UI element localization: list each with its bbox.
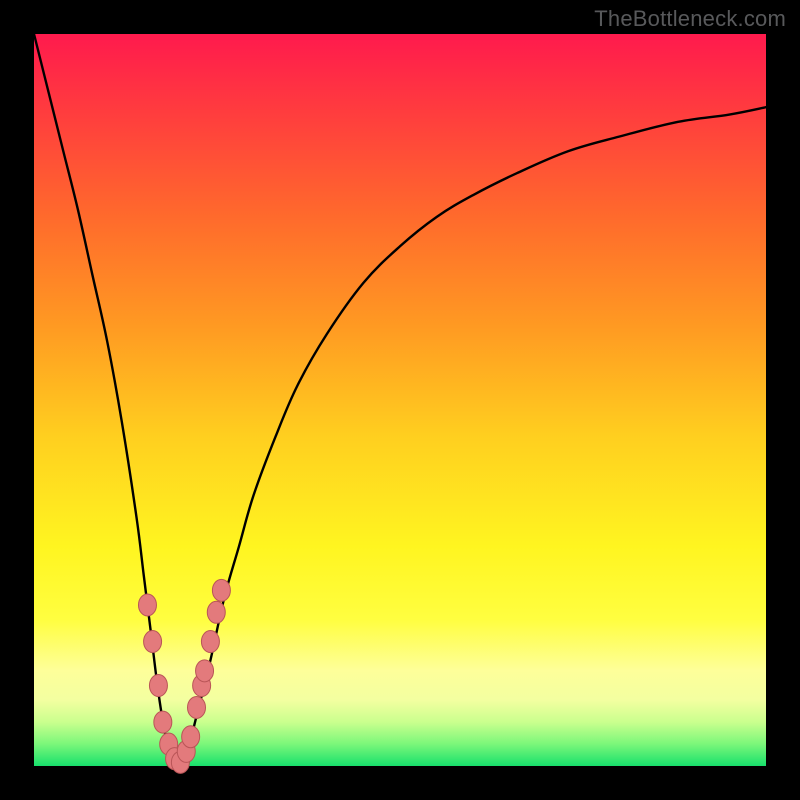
curve-marker xyxy=(149,674,167,696)
curve-marker xyxy=(182,726,200,748)
curve-marker xyxy=(188,696,206,718)
curve-marker xyxy=(201,631,219,653)
curve-markers xyxy=(138,579,230,773)
chart-svg xyxy=(34,34,766,766)
bottleneck-curve xyxy=(34,34,766,766)
curve-marker xyxy=(207,601,225,623)
plot-area xyxy=(34,34,766,766)
frame: TheBottleneck.com xyxy=(0,0,800,800)
curve-marker xyxy=(138,594,156,616)
curve-marker xyxy=(212,579,230,601)
curve-marker xyxy=(196,660,214,682)
curve-marker xyxy=(154,711,172,733)
watermark-text: TheBottleneck.com xyxy=(594,6,786,32)
curve-marker xyxy=(144,631,162,653)
